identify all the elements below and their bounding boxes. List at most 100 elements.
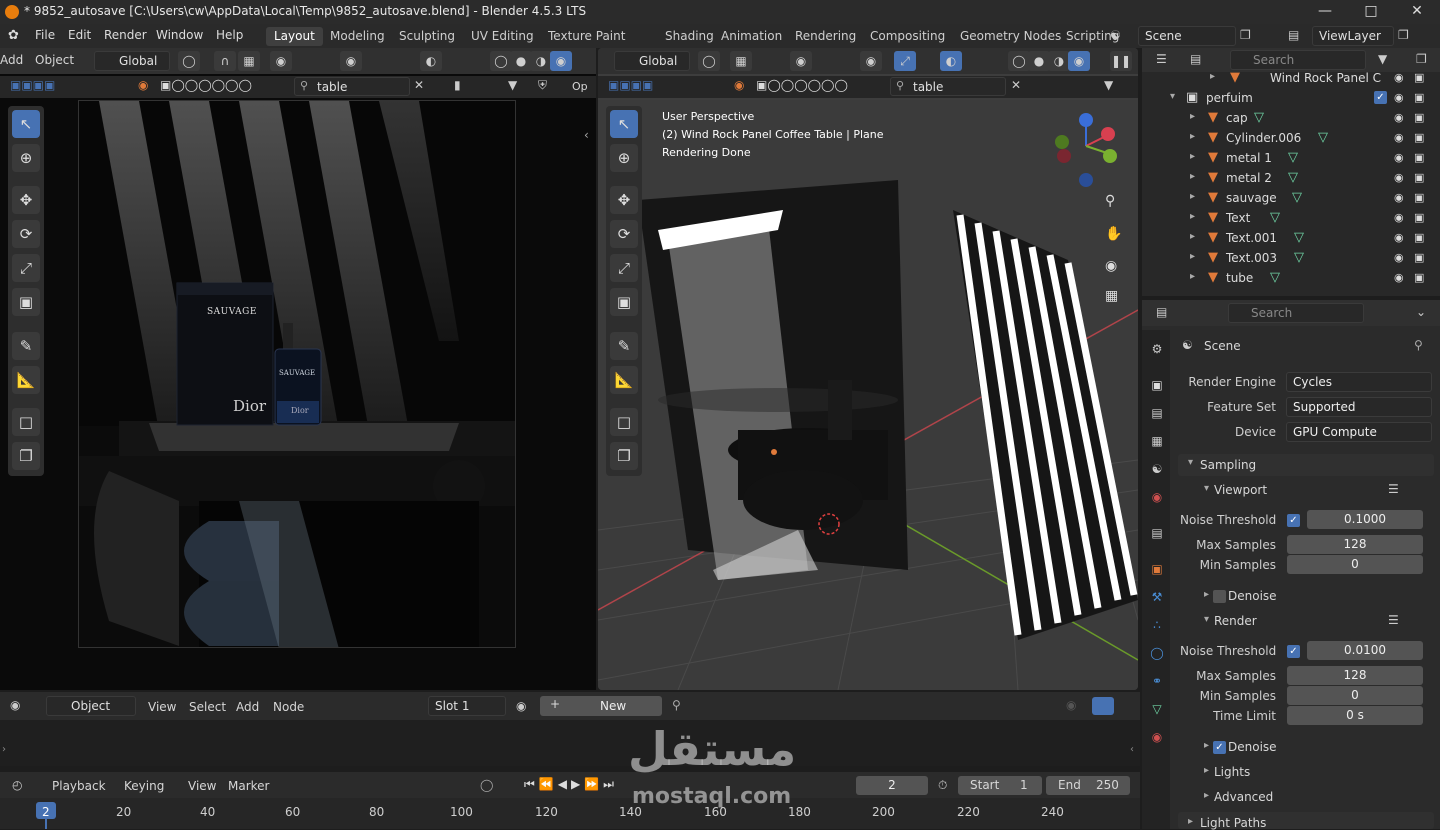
material-browse-icon[interactable]: ◉ [516, 699, 526, 713]
right-overlay-icon[interactable]: ◐ [940, 51, 962, 71]
render-camera-icon[interactable]: ▣ [1414, 71, 1424, 84]
menu-help[interactable]: Help [216, 28, 243, 42]
node-sidebar-left-icon[interactable]: › [2, 744, 6, 755]
device-dropdown[interactable]: GPU Compute [1286, 422, 1432, 442]
right-filter-icon[interactable]: ▼ [1104, 78, 1113, 92]
world-tab-icon[interactable]: ◉ [1148, 488, 1166, 506]
node-view-menu[interactable]: View [148, 700, 176, 714]
right-pivot-icon[interactable]: ◯ [698, 51, 720, 71]
particles-tab-icon[interactable]: ∴ [1148, 616, 1166, 634]
transform-tool-icon[interactable]: ▣ [12, 288, 40, 316]
sidebar-toggle-icon[interactable]: ‹ [584, 128, 589, 142]
end-frame-field[interactable]: End 250 [1046, 776, 1130, 795]
viewlayer-selector[interactable]: ViewLayer [1312, 26, 1394, 46]
constraints-tab-icon[interactable]: ⚭ [1148, 672, 1166, 690]
render-engine-dropdown[interactable]: Cycles [1286, 372, 1432, 392]
node-select-menu[interactable]: Select [189, 700, 226, 714]
right-search-input[interactable]: table [890, 77, 1006, 96]
collection-checkbox[interactable]: ✓ [1374, 91, 1387, 104]
advanced-expand-icon[interactable]: ▸ [1204, 790, 1209, 801]
data-tab-icon[interactable]: ▽ [1148, 700, 1166, 718]
render-max-samples-field[interactable]: 128 [1287, 666, 1423, 685]
viewport-noise-field[interactable]: 0.1000 [1307, 510, 1423, 529]
node-add-menu[interactable]: Add [236, 700, 259, 714]
output-tab-icon[interactable]: ▤ [1148, 404, 1166, 422]
node-node-menu[interactable]: Node [273, 700, 304, 714]
timeline[interactable]: ◴ Playback Keying View Marker ◯ ⏮⏪◀▶⏩⏭ 2… [0, 772, 1140, 829]
properties-search-input[interactable]: Search [1228, 303, 1364, 323]
outliner-item[interactable]: ▸ ▼ tube ▽ ◉ ▣ [1142, 268, 1432, 288]
blender-menu-icon[interactable]: ✿ [8, 28, 19, 43]
right-measure-tool-icon[interactable]: 📐 [610, 366, 638, 394]
current-frame-field[interactable]: 2 [856, 776, 928, 795]
view-layer-tab-icon[interactable]: ▦ [1148, 432, 1166, 450]
visibility-icon[interactable]: ◉ [340, 51, 362, 71]
feature-set-dropdown[interactable]: Supported [1286, 397, 1432, 417]
viewport-max-samples-field[interactable]: 128 [1287, 535, 1423, 554]
right-select-tool-icon[interactable]: ↖ [610, 110, 638, 138]
right-add-cube-tool-icon[interactable]: □ [610, 408, 638, 436]
rotate-tool-icon[interactable]: ⟳ [12, 220, 40, 248]
close-button[interactable]: ✕ [1394, 0, 1440, 24]
render-presets-icon[interactable]: ☰ [1388, 613, 1399, 627]
material-tab-icon[interactable]: ◉ [1148, 728, 1166, 746]
outliner-item[interactable]: ▸ ▼ Cylinder.006 ▽ ◉ ▣ [1142, 128, 1432, 148]
stopwatch-icon[interactable]: ⏱ [938, 778, 947, 793]
proportional-edit-icon[interactable]: ◉ [270, 51, 292, 71]
shading-rendered-icon[interactable]: ◉ [550, 51, 572, 71]
right-material-icon[interactable]: ◑ [1048, 51, 1070, 71]
scene-selector[interactable]: Scene [1138, 26, 1236, 46]
right-proportional-icon[interactable]: ◉ [790, 51, 812, 71]
viewport-search-input[interactable]: table [294, 77, 410, 96]
playback-controls-icons[interactable]: ⏮⏪◀▶⏩⏭ [524, 777, 618, 792]
right-solid-icon[interactable]: ● [1028, 51, 1050, 71]
right-orientation-dropdown[interactable]: Global [614, 51, 690, 71]
modifier-tab-icon[interactable]: ⚒ [1148, 588, 1166, 606]
pivot-icon[interactable]: ◯ [178, 51, 200, 71]
transform-orientation-dropdown[interactable]: Global [94, 51, 170, 71]
right-viewport[interactable]: Global ◯ ▦ ◉ ◉ ⤢ ◐ ◯ ● ◑ ◉ ❚❚ ▣▣▣▣ ◉ ▣◯◯… [598, 48, 1138, 690]
menu-render[interactable]: Render [104, 28, 147, 42]
render-min-samples-field[interactable]: 0 [1287, 686, 1423, 705]
cursor-tool-icon[interactable]: ⊕ [12, 144, 40, 172]
collection-tab-icon[interactable]: ▤ [1148, 524, 1166, 542]
filter-color-icon[interactable]: ◉ [138, 78, 148, 92]
tab-layout[interactable]: Layout [266, 27, 323, 46]
select-box-icon[interactable]: ▣▣▣▣ [10, 78, 55, 92]
advanced-subpanel[interactable]: Advanced [1214, 790, 1273, 804]
tab-rendering[interactable]: Rendering [787, 27, 864, 46]
timeline-editor-type-icon[interactable]: ◴ [12, 778, 22, 792]
visibility-eye-icon[interactable]: ◉ [1394, 71, 1404, 84]
scene-icon[interactable]: ☯ [1110, 28, 1121, 42]
new-collection-icon[interactable]: ❐ [1416, 52, 1427, 66]
viewport-denoise-expand-icon[interactable]: ▸ [1204, 589, 1209, 600]
menu-edit[interactable]: Edit [68, 28, 91, 42]
menu-window[interactable]: Window [156, 28, 203, 42]
lights-subpanel[interactable]: Lights [1214, 765, 1250, 779]
render-denoise-expand-icon[interactable]: ▸ [1204, 740, 1209, 751]
render-noise-checkbox[interactable]: ✓ [1287, 645, 1300, 658]
display-mode-icon[interactable]: ▤ [1190, 52, 1201, 66]
start-frame-field[interactable]: Start 1 [958, 776, 1042, 795]
add-menu[interactable]: Add [0, 53, 23, 67]
time-limit-field[interactable]: 0 s [1287, 706, 1423, 725]
outliner-item[interactable]: ▸ ▼ metal 1 ▽ ◉ ▣ [1142, 148, 1432, 168]
annotate-tool-icon[interactable]: ✎ [12, 332, 40, 360]
slot-dropdown[interactable]: Slot 1 [428, 696, 506, 716]
add-cube-tool-icon[interactable]: □ [12, 408, 40, 436]
outliner-item[interactable]: ▸ ▼ sauvage ▽ ◉ ▣ [1142, 188, 1432, 208]
outliner-filter-icon[interactable]: ▼ [1378, 52, 1387, 66]
pin-icon[interactable]: ⚲ [1414, 338, 1423, 352]
ortho-grid-icon[interactable]: ▦ [1105, 288, 1118, 304]
outliner-item[interactable]: ▸ ▼ Text.001 ▽ ◉ ▣ [1142, 228, 1432, 248]
playback-menu[interactable]: Playback [52, 779, 106, 793]
outliner-editor-type-icon[interactable]: ☰ [1156, 52, 1167, 66]
viewlayer-icon[interactable]: ▤ [1288, 28, 1299, 42]
right-clear-search-icon[interactable]: ✕ [1011, 78, 1021, 92]
properties-options-icon[interactable]: ⌄ [1416, 305, 1426, 319]
object-tab-icon[interactable]: ▣ [1148, 560, 1166, 578]
tab-geometry-nodes[interactable]: Geometry Nodes [952, 27, 1069, 46]
minimize-button[interactable]: — [1302, 0, 1348, 24]
filter-icon[interactable]: ▼ [508, 78, 517, 92]
shading-material-icon[interactable]: ◑ [530, 51, 552, 71]
